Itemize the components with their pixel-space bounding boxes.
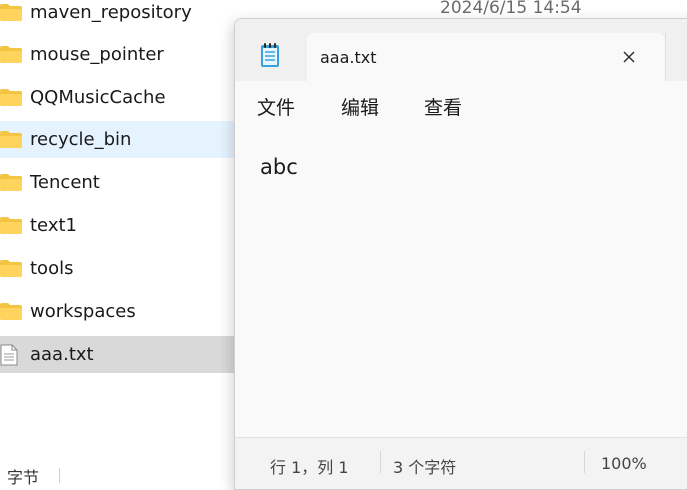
editor-content[interactable]: abc (260, 155, 298, 179)
list-item[interactable]: maven_repository (0, 0, 245, 31)
title-bar[interactable]: aaa.txt (235, 19, 687, 81)
text-file-icon (0, 344, 22, 366)
tab-title: aaa.txt (320, 48, 377, 67)
zoom-level[interactable]: 100% (601, 454, 647, 473)
folder-icon (0, 129, 22, 151)
explorer-status-text: 字节 (7, 468, 40, 487)
status-bar: 行 1，列 1 3 个字符 100% (235, 437, 687, 489)
close-icon[interactable] (617, 45, 641, 69)
folder-icon (0, 258, 22, 280)
tab-aaa-txt[interactable]: aaa.txt (307, 33, 665, 81)
list-item[interactable]: aaa.txt (0, 336, 245, 373)
folder-icon (0, 87, 22, 109)
tab-edge (665, 33, 666, 81)
list-item[interactable]: QQMusicCache (0, 79, 245, 116)
character-count: 3 个字符 (393, 458, 457, 477)
menu-file[interactable]: 文件 (257, 93, 295, 120)
file-name: text1 (30, 215, 77, 236)
file-name: recycle_bin (30, 129, 132, 150)
menu-view[interactable]: 查看 (424, 93, 462, 120)
file-name: mouse_pointer (30, 44, 164, 65)
list-item[interactable]: tools (0, 250, 245, 287)
folder-icon (0, 172, 22, 194)
file-name: tools (30, 258, 74, 279)
file-name: maven_repository (30, 2, 192, 23)
notepad-window: aaa.txt 文件 编辑 查看 abc 行 1，列 1 3 个字符 100% (234, 18, 687, 490)
list-item[interactable]: workspaces (0, 293, 245, 330)
status-divider (59, 468, 60, 483)
folder-icon (0, 301, 22, 323)
text-editor[interactable]: abc (235, 131, 687, 437)
file-name: QQMusicCache (30, 87, 166, 108)
list-item[interactable]: mouse_pointer (0, 36, 245, 73)
list-item[interactable]: text1 (0, 207, 245, 244)
status-divider (380, 451, 381, 473)
list-item[interactable]: Tencent (0, 164, 245, 201)
list-item[interactable]: recycle_bin (0, 121, 245, 158)
menu-edit[interactable]: 编辑 (341, 93, 379, 120)
menu-bar: 文件 编辑 查看 (235, 81, 687, 132)
folder-icon (0, 2, 22, 24)
folder-icon (0, 215, 22, 237)
folder-icon (0, 44, 22, 66)
file-name: aaa.txt (30, 344, 94, 365)
status-divider (584, 451, 585, 473)
modified-date: 2024/6/15 14:54 (440, 0, 582, 18)
file-name: workspaces (30, 301, 136, 322)
notepad-icon (259, 41, 281, 69)
file-name: Tencent (30, 172, 100, 193)
cursor-position: 行 1，列 1 (270, 458, 349, 477)
